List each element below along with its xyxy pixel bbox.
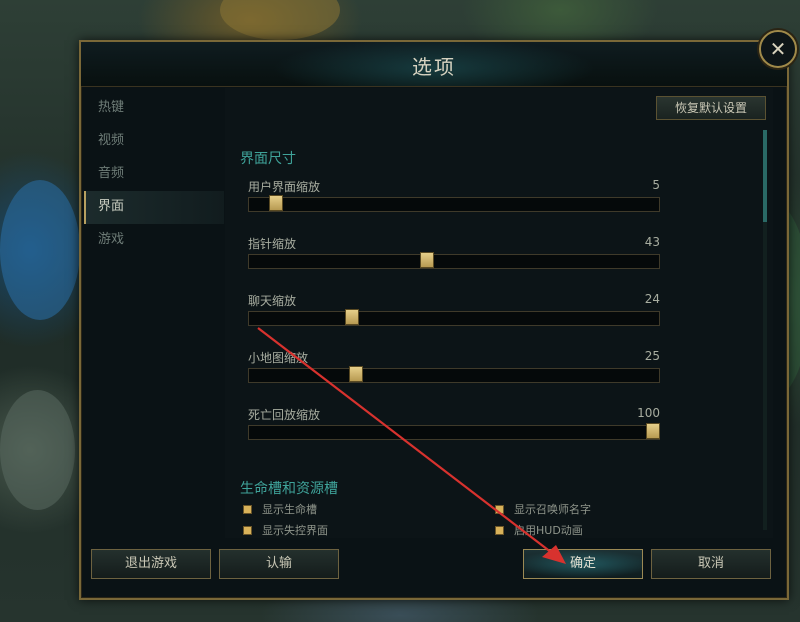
close-button[interactable]: ✕	[759, 30, 797, 68]
dialog-title: 选项	[412, 55, 456, 79]
slider-track[interactable]	[248, 425, 660, 440]
background-character-blue	[0, 180, 80, 320]
checkbox-checked[interactable]	[495, 525, 504, 535]
sidebar-item-game[interactable]: 游戏	[84, 224, 224, 257]
checkbox-show-summoner-names[interactable]: 显示召唤师名字	[495, 501, 591, 517]
slider-death-recap-scale: 死亡回放缩放 100	[248, 406, 660, 456]
checkbox-label: 启用HUD动画	[514, 524, 583, 537]
close-icon: ✕	[769, 37, 787, 61]
checkbox-checked[interactable]	[243, 504, 252, 514]
checkbox-label: 显示失控界面	[262, 524, 328, 537]
slider-label: 用户界面缩放	[248, 180, 321, 194]
slider-track[interactable]	[248, 368, 660, 383]
scrollbar-thumb[interactable]	[763, 130, 767, 222]
slider-label: 指针缩放	[248, 237, 297, 251]
slider-value: 5	[652, 178, 660, 192]
slider-value: 43	[644, 235, 660, 249]
slider-cursor-scale: 指针缩放 43	[248, 235, 660, 285]
slider-label: 死亡回放缩放	[248, 408, 321, 422]
slider-handle[interactable]	[349, 366, 363, 382]
slider-track[interactable]	[248, 311, 660, 326]
section-title-health-bars: 生命槽和资源槽	[240, 481, 338, 497]
slider-handle[interactable]	[646, 423, 660, 439]
slider-handle[interactable]	[345, 309, 359, 325]
settings-panel: 恢复默认设置 界面尺寸 用户界面缩放 5 指针缩放 43 聊天缩放 24 小地图…	[225, 88, 773, 538]
scrollbar[interactable]	[763, 130, 767, 530]
slider-ui-scale: 用户界面缩放 5	[248, 178, 660, 228]
restore-defaults-button[interactable]: 恢复默认设置	[656, 96, 766, 120]
checkbox-label: 显示召唤师名字	[514, 503, 591, 516]
slider-handle[interactable]	[269, 195, 283, 211]
sidebar-item-audio[interactable]: 音频	[84, 158, 224, 191]
slider-label: 聊天缩放	[248, 294, 297, 308]
slider-handle[interactable]	[420, 252, 434, 268]
exit-game-button[interactable]: 退出游戏	[91, 549, 211, 579]
background-character-gold	[220, 0, 340, 40]
options-sidebar: 热键 视频 音频 界面 游戏	[84, 92, 224, 257]
slider-chat-scale: 聊天缩放 24	[248, 292, 660, 342]
ok-button[interactable]: 确定	[523, 549, 643, 579]
checkbox-show-health-bar[interactable]: 显示生命槽	[243, 501, 317, 517]
checkbox-label: 显示生命槽	[262, 503, 317, 516]
slider-track[interactable]	[248, 197, 660, 212]
slider-value: 24	[644, 292, 660, 306]
section-title-interface-size: 界面尺寸	[240, 151, 296, 167]
slider-value: 100	[637, 406, 660, 420]
surrender-button[interactable]: 认输	[219, 549, 339, 579]
checkbox-show-cc-display[interactable]: 显示失控界面	[243, 522, 328, 538]
sidebar-item-hotkeys[interactable]: 热键	[84, 92, 224, 125]
slider-value: 25	[644, 349, 660, 363]
slider-track[interactable]	[248, 254, 660, 269]
sidebar-item-interface[interactable]: 界面	[84, 191, 224, 224]
dialog-header: 选项	[81, 42, 787, 87]
checkbox-checked[interactable]	[495, 504, 504, 514]
checkbox-checked[interactable]	[243, 525, 252, 535]
checkbox-enable-hud-animations[interactable]: 启用HUD动画	[495, 522, 583, 538]
slider-label: 小地图缩放	[248, 351, 309, 365]
sidebar-item-video[interactable]: 视频	[84, 125, 224, 158]
slider-minimap-scale: 小地图缩放 25	[248, 349, 660, 399]
cancel-button[interactable]: 取消	[651, 549, 771, 579]
background-machine	[0, 390, 75, 510]
